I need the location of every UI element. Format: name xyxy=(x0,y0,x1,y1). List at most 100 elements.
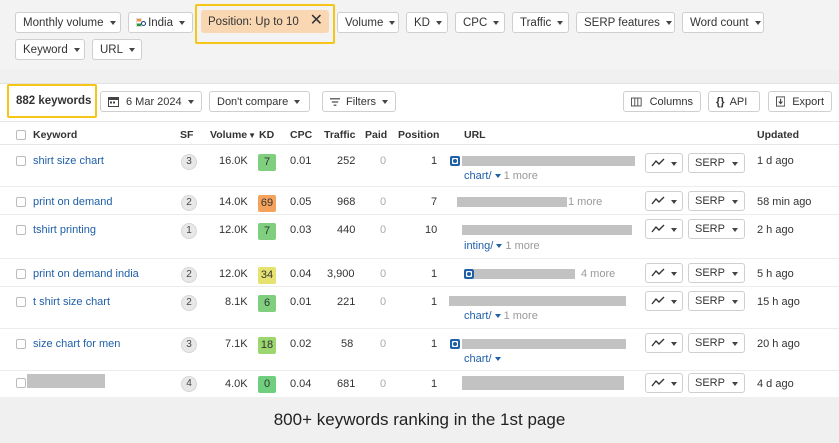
more-urls[interactable]: 4 more xyxy=(581,268,615,280)
date-label: 6 Mar 2024 xyxy=(126,95,182,108)
row-checkbox[interactable] xyxy=(16,197,26,207)
url-continuation[interactable]: inting/ 1 more xyxy=(464,240,540,252)
row-checkbox[interactable] xyxy=(16,339,26,349)
redacted-keyword[interactable] xyxy=(27,374,105,388)
keyword-link[interactable]: size chart for men xyxy=(33,338,120,350)
paid-value: 0 xyxy=(380,155,387,167)
paid-value: 0 xyxy=(380,338,387,350)
url-more[interactable]: 1 more xyxy=(568,196,602,208)
column-header-kd[interactable]: KD xyxy=(259,129,274,141)
serp-features-label: SERP features xyxy=(584,16,660,29)
serp-button[interactable]: SERP xyxy=(688,263,745,283)
keyword-filter[interactable]: Keyword xyxy=(15,39,85,60)
kd-badge: 7 xyxy=(258,223,276,240)
kd-filter[interactable]: KD xyxy=(406,12,448,33)
country-filter[interactable]: India xyxy=(128,12,193,33)
column-header-updated[interactable]: Updated xyxy=(757,129,799,141)
keyword-link[interactable]: print on demand india xyxy=(33,268,139,280)
cpc-filter[interactable]: CPC xyxy=(455,12,505,33)
traffic-filter[interactable]: Traffic xyxy=(512,12,569,33)
serp-button[interactable]: SERP xyxy=(688,153,745,173)
keyword-link[interactable]: print on demand xyxy=(33,196,113,208)
redacted-url[interactable] xyxy=(462,225,632,235)
url-filter[interactable]: URL xyxy=(92,39,142,60)
filters-button[interactable]: Filters xyxy=(322,91,396,112)
more-urls[interactable]: 1 more xyxy=(568,196,602,208)
redacted-url[interactable] xyxy=(462,339,626,349)
url-continuation[interactable]: chart/ 1 more xyxy=(464,310,538,322)
keyword-link[interactable]: tshirt printing xyxy=(33,224,96,236)
serp-button[interactable]: SERP xyxy=(688,191,745,211)
keyword-link[interactable]: t shirt size chart xyxy=(33,296,110,308)
redacted-url[interactable] xyxy=(462,376,624,390)
sf-count[interactable]: 3 xyxy=(181,337,197,353)
date-selector[interactable]: 6 Mar 2024 xyxy=(100,91,202,112)
sf-count[interactable]: 4 xyxy=(181,376,197,392)
export-button[interactable]: Export xyxy=(768,91,832,112)
column-header-volume[interactable]: Volume▼ xyxy=(210,129,256,141)
word-count-filter[interactable]: Word count xyxy=(682,12,764,33)
redacted-url[interactable] xyxy=(449,296,626,306)
close-icon[interactable]: ✕ xyxy=(310,12,323,30)
columns-button[interactable]: Columns xyxy=(623,91,701,112)
trend-button[interactable] xyxy=(645,291,683,311)
volume-filter[interactable]: Volume xyxy=(337,12,399,33)
trend-button[interactable] xyxy=(645,153,683,173)
volume-value: 12.0K xyxy=(219,268,248,280)
table-row: print on demand 2 14.0K 69 0.05 968 0 7 … xyxy=(0,187,839,215)
serp-features-filter[interactable]: SERP features xyxy=(576,12,675,33)
trend-button[interactable] xyxy=(645,191,683,211)
url-continuation[interactable]: chart/ xyxy=(464,353,501,365)
updated-value: 4 d ago xyxy=(757,378,794,390)
column-header-traffic[interactable]: Traffic xyxy=(324,129,356,141)
sf-count[interactable]: 2 xyxy=(181,195,197,211)
more-urls[interactable]: 1 more xyxy=(505,240,539,252)
redacted-url[interactable] xyxy=(457,197,567,207)
column-header-url[interactable]: URL xyxy=(464,129,486,141)
row-checkbox[interactable] xyxy=(16,297,26,307)
kd-badge: 0 xyxy=(258,376,276,393)
chevron-down-icon xyxy=(129,47,136,52)
position-filter-chip[interactable]: Position: Up to 10 ✕ xyxy=(201,10,329,33)
chevron-down-icon xyxy=(389,20,396,25)
serp-button[interactable]: SERP xyxy=(688,373,745,393)
paid-value: 0 xyxy=(380,378,387,390)
chevron-down-icon xyxy=(732,300,738,304)
row-checkbox[interactable] xyxy=(16,269,26,279)
volume-value: 16.0K xyxy=(219,155,248,167)
redacted-url[interactable] xyxy=(462,156,635,166)
column-header-position[interactable]: Position xyxy=(398,129,439,141)
column-header-cpc[interactable]: CPC xyxy=(290,129,312,141)
row-checkbox[interactable] xyxy=(16,378,26,388)
trend-button[interactable] xyxy=(645,219,683,239)
url-continuation[interactable]: chart/ 1 more xyxy=(464,170,538,182)
row-checkbox[interactable] xyxy=(16,225,26,235)
chevron-down-icon xyxy=(496,244,503,249)
volume-value: 7.1K xyxy=(225,338,248,350)
column-header-keyword[interactable]: Keyword xyxy=(33,129,77,141)
serp-button[interactable]: SERP xyxy=(688,219,745,239)
select-all-checkbox[interactable] xyxy=(16,130,26,140)
more-urls[interactable]: 1 more xyxy=(504,170,538,182)
sf-count[interactable]: 2 xyxy=(181,267,197,283)
row-checkbox[interactable] xyxy=(16,156,26,166)
keyword-link[interactable]: shirt size chart xyxy=(33,155,104,167)
sf-count[interactable]: 1 xyxy=(181,223,197,239)
more-urls[interactable]: 1 more xyxy=(504,310,538,322)
url-more[interactable]: 4 more xyxy=(581,268,615,280)
monthly-volume-filter[interactable]: Monthly volume xyxy=(15,12,121,33)
column-header-paid[interactable]: Paid xyxy=(365,129,387,141)
redacted-url[interactable] xyxy=(474,269,575,279)
trend-button[interactable] xyxy=(645,333,683,353)
trend-button[interactable] xyxy=(645,373,683,393)
trend-button[interactable] xyxy=(645,263,683,283)
compare-selector[interactable]: Don't compare xyxy=(209,91,310,112)
sf-count[interactable]: 3 xyxy=(181,154,197,170)
serp-label: SERP xyxy=(695,295,725,307)
sf-count[interactable]: 2 xyxy=(181,295,197,311)
serp-button[interactable]: SERP xyxy=(688,291,745,311)
cpc-value: 0.04 xyxy=(290,378,312,390)
serp-button[interactable]: SERP xyxy=(688,333,745,353)
column-header-sf[interactable]: SF xyxy=(180,129,193,141)
api-button[interactable]: {} API xyxy=(708,91,760,112)
